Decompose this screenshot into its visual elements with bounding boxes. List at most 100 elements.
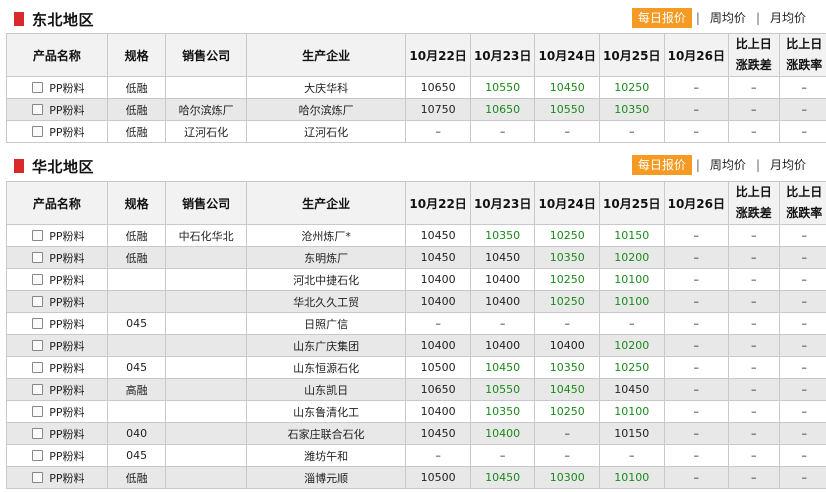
- header-date-24: 10月24日: [534, 33, 600, 77]
- row-checkbox[interactable]: [32, 230, 44, 241]
- header-line: 涨跌率: [786, 206, 823, 220]
- header-line: 比上日: [786, 185, 823, 199]
- header-product-name: 产品名称: [6, 181, 108, 225]
- seller-cell: [165, 268, 247, 291]
- period-tabs: 每日报价 | 周均价 | 月均价: [631, 155, 812, 175]
- price-cell-diff: –: [728, 334, 780, 357]
- price-cell-d22: 10650: [405, 76, 471, 99]
- price-cell-diff: –: [728, 400, 780, 423]
- row-checkbox[interactable]: [32, 384, 44, 395]
- price-cell-d24: 10350: [534, 246, 600, 269]
- product-name: PP粉料: [49, 361, 85, 375]
- price-cell-d26: –: [663, 400, 730, 423]
- price-cell-d22: 10450: [405, 422, 471, 445]
- product-name-cell: PP粉料: [6, 334, 108, 357]
- price-cell-d23: 10550: [469, 378, 536, 401]
- region-title: 东北地区: [32, 11, 95, 29]
- tab-weekly-average[interactable]: 周均价: [704, 8, 752, 28]
- price-cell-rate: –: [778, 356, 826, 379]
- price-cell-d24: 10350: [534, 356, 600, 379]
- price-cell-d23: –: [469, 312, 536, 335]
- header-change-diff: 比上日 涨跌差: [728, 33, 780, 77]
- row-checkbox[interactable]: [32, 406, 44, 417]
- header-date-25: 10月25日: [598, 33, 665, 77]
- product-name-cell: PP粉料: [6, 224, 108, 247]
- price-cell-d24: 10400: [534, 334, 600, 357]
- price-cell-d22: 10400: [405, 400, 471, 423]
- table-row: PP粉料 山东鲁清化工 10400 10350 10250 10100– – –: [6, 400, 826, 423]
- price-cell-d22: 10450: [405, 246, 471, 269]
- row-checkbox[interactable]: [32, 274, 44, 285]
- row-checkbox[interactable]: [32, 428, 44, 439]
- price-cell-d25: 10200: [598, 334, 665, 357]
- tab-monthly-average[interactable]: 月均价: [764, 8, 812, 28]
- seller-cell: [165, 334, 247, 357]
- price-cell-diff: –: [728, 268, 780, 291]
- header-date-22: 10月22日: [405, 181, 471, 225]
- product-name: PP粉料: [49, 273, 85, 287]
- table-row: PP粉料 低融 大庆华科 10650 10550 10450 10250– – –: [6, 76, 826, 99]
- row-checkbox[interactable]: [32, 362, 44, 373]
- table-row: PP粉料 低融 哈尔滨炼厂 哈尔滨炼厂 10750 10650 10550 10350– – –: [6, 98, 826, 121]
- price-cell-d24: 10250: [534, 290, 600, 313]
- price-cell-rate: –: [778, 466, 826, 489]
- seller-cell: [165, 466, 247, 489]
- price-cell-rate: –: [778, 444, 826, 467]
- product-name-cell: PP粉料: [6, 378, 108, 401]
- price-cell-d25: –: [598, 444, 665, 467]
- product-name: PP粉料: [49, 229, 85, 243]
- price-cell-rate: –: [778, 312, 826, 335]
- row-checkbox[interactable]: [32, 340, 44, 351]
- region-title: 华北地区: [32, 158, 95, 176]
- table-row: PP粉料 华北久久工贸 10400 10400 10250 10100– – –: [6, 290, 826, 313]
- header-change-diff: 比上日 涨跌差: [728, 181, 780, 225]
- row-checkbox[interactable]: [32, 472, 44, 483]
- header-line: 比上日: [735, 37, 772, 51]
- row-checkbox[interactable]: [32, 104, 44, 115]
- header-line: 比上日: [735, 185, 772, 199]
- price-cell-diff: –: [728, 312, 780, 335]
- price-cell-d26: –: [663, 98, 730, 121]
- header-date-26: 10月26日: [663, 33, 730, 77]
- header-date-25: 10月25日: [598, 181, 665, 225]
- tab-daily-price[interactable]: 每日报价: [631, 8, 692, 28]
- product-name-cell: PP粉料: [6, 400, 108, 423]
- tab-daily-price[interactable]: 每日报价: [631, 155, 692, 175]
- row-checkbox[interactable]: [32, 318, 44, 329]
- producer-cell: 山东凯日: [245, 378, 407, 401]
- row-checkbox[interactable]: [32, 450, 44, 461]
- row-checkbox[interactable]: [32, 296, 44, 307]
- price-cell-d24: 10250: [534, 268, 600, 291]
- header-date-22: 10月22日: [405, 33, 471, 77]
- producer-cell: 沧州炼厂*: [245, 224, 407, 247]
- spec-cell: [106, 290, 167, 313]
- table-row: PP粉料 040 石家庄联合石化 10450 10400–10150– – –: [6, 422, 826, 445]
- period-tabs: 每日报价 | 周均价 | 月均价: [631, 8, 812, 28]
- header-producer: 生产企业: [245, 181, 407, 225]
- tab-weekly-average[interactable]: 周均价: [704, 155, 752, 175]
- tab-monthly-average[interactable]: 月均价: [764, 155, 812, 175]
- price-cell-d22: –: [405, 120, 471, 143]
- price-cell-diff: –: [728, 98, 780, 121]
- price-cell-diff: –: [728, 120, 780, 143]
- row-checkbox[interactable]: [32, 126, 44, 137]
- table-header-row: 产品名称 规格 销售公司 生产企业 10月22日 10月23日 10月24日 10月25日 10…: [6, 33, 826, 77]
- price-cell-d23: 10550: [469, 76, 536, 99]
- product-name: PP粉料: [49, 295, 85, 309]
- price-cell-d24: –: [534, 444, 600, 467]
- price-cell-d23: –: [469, 120, 536, 143]
- price-cell-diff: –: [728, 444, 780, 467]
- header-date-26: 10月26日: [663, 181, 730, 225]
- price-cell-rate: –: [778, 246, 826, 269]
- row-checkbox[interactable]: [32, 252, 44, 263]
- price-cell-d24: –: [534, 312, 600, 335]
- price-cell-rate: –: [778, 120, 826, 143]
- producer-cell: 山东恒源石化: [245, 356, 407, 379]
- row-checkbox[interactable]: [32, 82, 44, 93]
- producer-cell: 山东广庆集团: [245, 334, 407, 357]
- table-row: PP粉料 山东广庆集团 10400 10400 10400 10200– – –: [6, 334, 826, 357]
- seller-cell: [165, 246, 247, 269]
- price-cell-d24: 10300: [534, 466, 600, 489]
- price-table-huabei: 产品名称 规格 销售公司 生产企业 10月22日 10月23日 10月24日 10月25日 10…: [6, 181, 826, 489]
- header-line: 涨跌率: [786, 58, 823, 72]
